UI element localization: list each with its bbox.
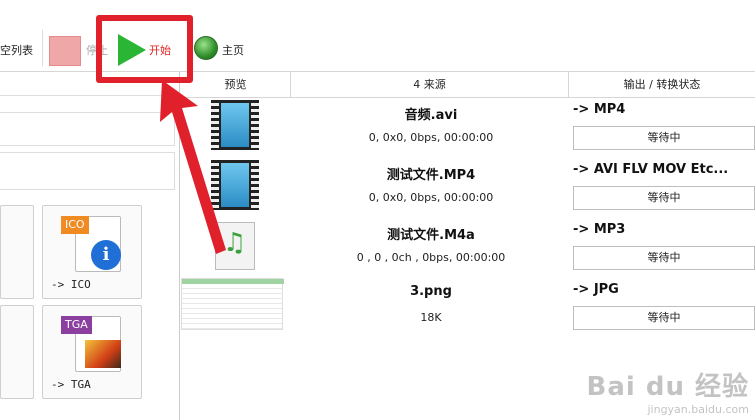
file-info: 18K	[420, 311, 442, 324]
file-info: 0, 0x0, 0bps, 00:00:00	[368, 131, 494, 144]
output-format[interactable]: -> AVI FLV MOV Etc...	[573, 162, 728, 177]
home-button[interactable]: 主页	[192, 36, 252, 64]
toolbar-divider	[42, 30, 43, 66]
status-field: 等待中	[573, 126, 755, 150]
file-name: 测试文件.MP4	[386, 168, 476, 183]
spreadsheet-thumbnail	[181, 278, 284, 330]
file-name: 测试文件.M4a	[387, 228, 475, 243]
output-format[interactable]: -> MP3	[573, 222, 625, 237]
watermark-logo: Bai du 经验	[586, 372, 749, 402]
column-header-output[interactable]: 输出 / 转换状态	[569, 72, 755, 98]
info-icon: i	[91, 240, 121, 270]
format-tile-tga[interactable]: TGA -> TGA	[42, 305, 142, 399]
format-tile-label: -> ICO	[51, 278, 91, 291]
stop-icon[interactable]	[49, 36, 81, 66]
home-button-label: 主页	[222, 44, 244, 57]
panel-field-2[interactable]	[0, 152, 175, 190]
image-icon	[85, 340, 121, 368]
status-field: 等待中	[573, 246, 755, 270]
file-name: 音频.avi	[404, 108, 458, 123]
panel-field-1[interactable]	[0, 112, 175, 146]
format-tile-ico[interactable]: ICO i -> ICO	[42, 205, 142, 299]
status-field: 等待中	[573, 186, 755, 210]
output-format[interactable]: -> JPG	[573, 282, 619, 297]
table-row[interactable]: 3.png 18K -> JPG 等待中	[181, 278, 755, 338]
highlight-box	[96, 15, 193, 83]
watermark: Bai du 经验 jingyan.baidu.com	[587, 366, 750, 416]
format-tile-label: -> TGA	[51, 378, 91, 391]
table-row[interactable]: ♫ 测试文件.M4a 0 , 0 , 0ch , 0bps, 00:00:00 …	[181, 218, 755, 278]
annotation-arrow	[160, 80, 226, 254]
table-row[interactable]: 音频.avi 0, 0x0, 0bps, 00:00:00 -> MP4 等待中	[181, 98, 755, 158]
format-panel: ICO i -> ICO TGA -> TGA	[0, 72, 180, 420]
watermark-url: jingyan.baidu.com	[647, 403, 749, 416]
format-tile-partial-2[interactable]	[0, 305, 34, 399]
file-name: 3.png	[410, 284, 452, 299]
table-row[interactable]: 测试文件.MP4 0, 0x0, 0bps, 00:00:00 -> AVI F…	[181, 158, 755, 218]
clear-list-button[interactable]: 空列表	[0, 42, 33, 58]
format-tile-partial-1[interactable]	[0, 205, 34, 299]
file-info: 0 , 0 , 0ch , 0bps, 00:00:00	[356, 251, 506, 264]
output-format[interactable]: -> MP4	[573, 102, 625, 117]
ico-badge: ICO	[61, 216, 89, 234]
app-window: 空列表 停止 开始 主页 ICO i -> ICO TGA -> TGA 预览 …	[0, 0, 755, 420]
column-header-source[interactable]: 4 来源	[291, 72, 569, 98]
tga-badge: TGA	[61, 316, 92, 334]
globe-icon	[194, 36, 218, 60]
status-field: 等待中	[573, 306, 755, 330]
file-info: 0, 0x0, 0bps, 00:00:00	[368, 191, 494, 204]
